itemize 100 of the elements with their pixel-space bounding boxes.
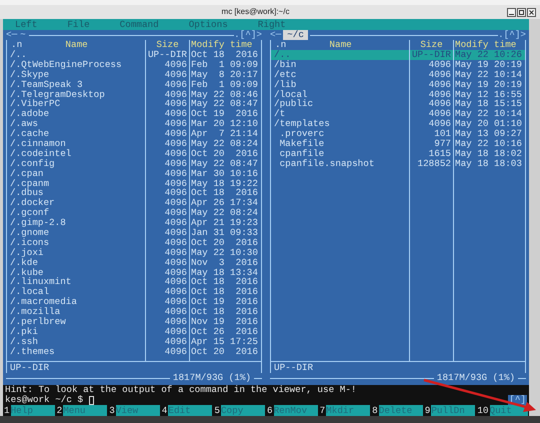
disk-usage: 1817M/93G (1%) xyxy=(172,373,252,383)
file-name[interactable]: /.pki xyxy=(7,326,145,337)
file-name[interactable]: /.. xyxy=(271,50,409,60)
column-header[interactable]: Name xyxy=(22,40,145,50)
file-name[interactable]: /.. xyxy=(7,50,145,60)
file-name[interactable]: /.local xyxy=(7,287,145,298)
menu-item[interactable]: File xyxy=(67,19,90,30)
file-size: 4096 xyxy=(164,258,188,268)
file-size: 128852 xyxy=(416,158,452,169)
file-name[interactable]: /.config xyxy=(7,158,145,169)
mini-status: UP--DIR xyxy=(274,362,314,373)
file-name[interactable]: /.icons xyxy=(7,238,145,248)
file-name[interactable]: /local xyxy=(271,90,409,100)
hotlist-marker: .[^]> xyxy=(234,30,262,40)
file-time: May 20 01:10 xyxy=(454,119,523,130)
file-name[interactable]: /.themes xyxy=(7,346,145,357)
file-name[interactable]: /public xyxy=(271,99,409,110)
file-time: Nov 19 2016 xyxy=(190,317,259,327)
column-header[interactable]: Size xyxy=(410,40,453,50)
file-time: Oct 18 2016 xyxy=(190,287,259,298)
file-time: May 19 20:19 xyxy=(454,80,523,90)
file-time: Feb 1 09:09 xyxy=(190,60,259,70)
file-size: 4096 xyxy=(164,148,188,159)
file-time: Mar 20 12:10 xyxy=(190,119,259,130)
file-time: May 22 10:16 xyxy=(454,139,523,149)
file-name[interactable]: .proverc xyxy=(271,129,409,140)
file-name[interactable]: /templates xyxy=(271,119,409,130)
file-name[interactable]: /t xyxy=(271,109,409,120)
menu-item[interactable]: Left xyxy=(15,19,38,30)
file-size: 4096 xyxy=(164,326,188,337)
panel-path: ~/c xyxy=(283,30,308,40)
file-name[interactable]: /.cinnamon xyxy=(7,139,145,149)
file-name[interactable]: /.QtWebEngineProcess xyxy=(7,60,145,70)
file-name[interactable]: /.TelegramDesktop xyxy=(7,90,145,100)
file-name[interactable]: /.joxi xyxy=(7,248,145,258)
file-size: 4096 xyxy=(428,119,452,130)
file-size: 4096 xyxy=(164,119,188,130)
file-name[interactable]: /.cpanm xyxy=(7,178,145,188)
file-name[interactable]: /lib xyxy=(271,80,409,90)
column-header[interactable]: Name xyxy=(286,40,409,50)
key-number: 9 xyxy=(424,405,432,416)
file-time: Oct 18 2016 xyxy=(190,277,259,288)
file-name[interactable]: /.codeintel xyxy=(7,148,145,159)
file-size: 4096 xyxy=(164,129,188,140)
close-icon[interactable] xyxy=(527,8,536,16)
file-time: Oct 26 2016 xyxy=(190,326,259,337)
file-size: 4096 xyxy=(164,158,188,169)
file-size: 4096 xyxy=(164,248,188,258)
file-time: May 19 20:19 xyxy=(454,60,523,70)
sort-indicator[interactable]: .n xyxy=(275,40,286,50)
file-time: May 18 13:34 xyxy=(190,268,259,278)
file-name[interactable]: /.docker xyxy=(7,198,145,208)
file-name[interactable]: cpanfile xyxy=(271,148,409,159)
column-header[interactable]: Size xyxy=(146,40,189,50)
file-size: 4096 xyxy=(164,336,188,347)
file-time: Oct 18 2016 xyxy=(190,307,259,318)
file-name[interactable]: /bin xyxy=(271,60,409,70)
file-name[interactable]: /.ViberPC xyxy=(7,99,145,110)
file-size: 4096 xyxy=(164,277,188,288)
key-number: 6 xyxy=(266,405,274,416)
file-size: 4096 xyxy=(164,208,188,218)
menu-item[interactable]: Command xyxy=(120,19,159,30)
maximize-icon[interactable] xyxy=(517,8,526,16)
file-name[interactable]: /.TeamSpeak 3 xyxy=(7,80,145,90)
file-size: 4096 xyxy=(164,139,188,149)
file-name[interactable]: /.adobe xyxy=(7,109,145,120)
file-name[interactable]: /.kde xyxy=(7,258,145,268)
file-name[interactable]: /.mozilla xyxy=(7,307,145,318)
file-name[interactable]: /.cache xyxy=(7,129,145,140)
file-name[interactable]: /.Skype xyxy=(7,70,145,80)
file-name[interactable]: /.gimp-2.8 xyxy=(7,218,145,228)
file-name[interactable]: /.dbus xyxy=(7,188,145,198)
sort-indicator[interactable]: .n xyxy=(11,40,22,50)
file-size: 4096 xyxy=(164,238,188,248)
file-time: Oct 20 2016 xyxy=(190,148,259,159)
file-time: Oct 20 2016 xyxy=(190,346,259,357)
file-name[interactable]: Makefile xyxy=(271,139,409,149)
file-name[interactable]: /.macromedia xyxy=(7,297,145,308)
minimize-icon[interactable] xyxy=(507,8,516,16)
file-name[interactable]: /.linuxmint xyxy=(7,277,145,288)
file-name[interactable]: /.perlbrew xyxy=(7,317,145,327)
file-name[interactable]: /.ssh xyxy=(7,336,145,347)
file-name[interactable]: /.kube xyxy=(7,268,145,278)
file-size: 4096 xyxy=(164,268,188,278)
disk-usage: 1817M/93G (1%) xyxy=(436,373,516,383)
file-name[interactable]: cpanfile.snapshot xyxy=(271,158,409,169)
file-name[interactable]: /.gnome xyxy=(7,228,145,238)
file-time: May 22 10:26 xyxy=(454,50,525,60)
file-size: 4096 xyxy=(164,287,188,298)
file-time: May 22 08:46 xyxy=(190,90,259,100)
menu-item[interactable]: Right xyxy=(258,19,286,30)
menu-item[interactable]: Options xyxy=(188,19,228,30)
file-name[interactable]: /.aws xyxy=(7,119,145,130)
column-header[interactable]: Modify time xyxy=(190,40,261,50)
file-time: May 22 10:30 xyxy=(190,248,259,258)
file-name[interactable]: /.cpan xyxy=(7,168,145,179)
file-name[interactable]: /.gconf xyxy=(7,208,145,218)
file-size: 977 xyxy=(433,139,452,149)
column-header[interactable]: Modify time xyxy=(454,40,525,50)
file-name[interactable]: /etc xyxy=(271,70,409,80)
